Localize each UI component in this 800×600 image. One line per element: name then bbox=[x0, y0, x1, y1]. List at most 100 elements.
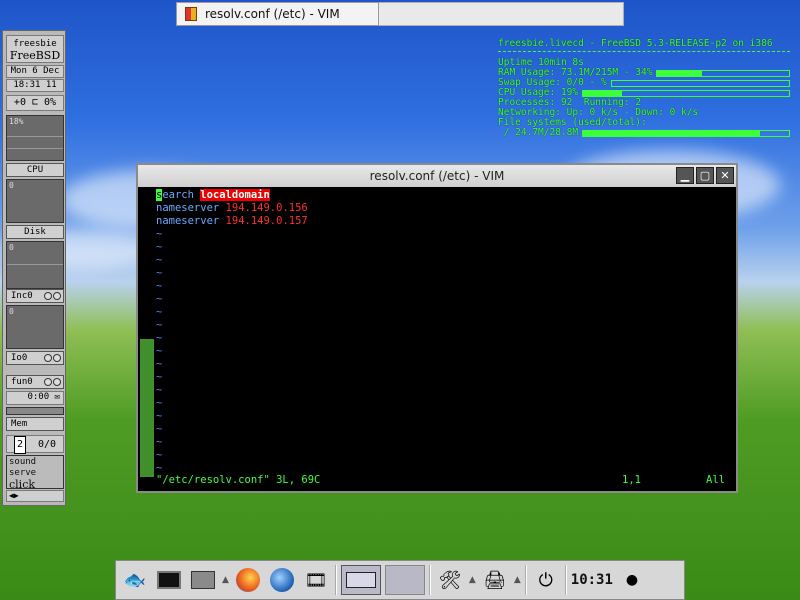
mail-envelope-icon: ✉ bbox=[54, 392, 60, 402]
date-display: Mon 6 Dec bbox=[6, 65, 64, 78]
load-display: +0 ⊏ 0% bbox=[6, 95, 64, 111]
cpu-monitor-label[interactable]: CPU bbox=[6, 163, 64, 177]
inc-led-icons bbox=[44, 292, 61, 300]
fun-timer[interactable]: 0:00 ✉ bbox=[6, 391, 64, 405]
disk-graph-a: 0 bbox=[6, 179, 64, 223]
mail-checker[interactable]: 2 0/0 bbox=[6, 435, 64, 454]
launcher-expand-icon[interactable]: ▲ bbox=[222, 575, 229, 585]
vim-buffer[interactable]: search localdomain nameserver 194.149.0.… bbox=[156, 189, 308, 475]
cpu-graph-pct: 18% bbox=[9, 117, 24, 126]
io-monitor-label[interactable]: Io0 bbox=[6, 351, 64, 365]
brand-bottom: FreeBSD bbox=[9, 49, 61, 62]
io-label: Io0 bbox=[11, 353, 28, 363]
mem-monitor-label[interactable]: Mem bbox=[6, 417, 64, 431]
start-menu-icon[interactable]: 🐟 bbox=[120, 565, 150, 595]
vim-editor[interactable]: search localdomain nameserver 194.149.0.… bbox=[138, 187, 736, 491]
firefox-icon[interactable] bbox=[233, 565, 263, 595]
fs-value: / 24.7M/28.8M bbox=[503, 127, 579, 138]
maximize-icon[interactable]: ▢ bbox=[696, 167, 714, 184]
media-player-icon[interactable]: 🎞 bbox=[301, 565, 331, 595]
graph-gridline bbox=[7, 148, 63, 149]
search-keyword: earch bbox=[162, 189, 194, 201]
conky-fs: / 24.7M/28.8M bbox=[498, 128, 790, 138]
mail-icon: 2 bbox=[13, 436, 26, 454]
inc-monitor-label[interactable]: Inc0 bbox=[6, 289, 64, 303]
tilde-line-marker: ~ bbox=[156, 436, 163, 448]
io-led-icons bbox=[44, 354, 61, 362]
dockapp-panel: freesbie FreeBSD Mon 6 Dec 18:31 11 +0 ⊏… bbox=[2, 30, 66, 506]
conky-host-line: freesbie.livecd - FreeBSD 5.3-RELEASE-p2… bbox=[498, 38, 773, 49]
swap-bar bbox=[610, 79, 790, 87]
cpu-bar-fill bbox=[583, 90, 623, 96]
nameserver-keyword: nameserver bbox=[156, 215, 220, 227]
terminal-icon[interactable] bbox=[154, 565, 184, 595]
bottom-panel: 🐟 ▲ 🎞 🛠 ▲ 🖨 ▲ ⏻ 10:31 ● bbox=[115, 560, 685, 600]
settings-expand-icon[interactable]: ▲ bbox=[469, 575, 476, 585]
thunderbird-icon[interactable] bbox=[267, 565, 297, 595]
inc-label: Inc0 bbox=[11, 291, 33, 301]
ram-bar bbox=[656, 69, 790, 77]
time-display: 18:31 11 bbox=[6, 79, 64, 92]
buffer-line-3: nameserver 194.149.0.157 bbox=[156, 215, 308, 228]
tilde-line-marker: ~ bbox=[156, 410, 163, 422]
disk-graph-b-val: 0 bbox=[9, 243, 14, 252]
status-scroll: All bbox=[706, 474, 725, 486]
taskbar-window-title: resolv.conf (/etc) - VIM bbox=[205, 7, 340, 21]
power-icon[interactable]: ⏻ bbox=[531, 565, 561, 595]
tilde-line-marker: ~ bbox=[156, 423, 163, 435]
status-file-info: "/etc/resolv.conf" 3L, 69C bbox=[156, 474, 321, 486]
search-domain: localdomain bbox=[200, 189, 270, 201]
panel-separator bbox=[428, 565, 431, 595]
workspace-2[interactable] bbox=[384, 565, 425, 595]
sound-line-1: sound serve bbox=[9, 457, 37, 478]
tilde-line-marker: ~ bbox=[156, 306, 163, 318]
inc-graph: 0 bbox=[6, 305, 64, 349]
workspace-1[interactable] bbox=[340, 565, 381, 595]
tilde-line-marker: ~ bbox=[156, 280, 163, 292]
tilde-line-marker: ~ bbox=[156, 449, 163, 461]
taskbar-empty-area bbox=[379, 2, 624, 26]
tilde-line-marker: ~ bbox=[156, 267, 163, 279]
printer-expand-icon[interactable]: ▲ bbox=[514, 575, 521, 585]
vim-titlebar[interactable]: resolv.conf (/etc) - VIM ▁ ▢ ✕ bbox=[138, 165, 736, 187]
disk-graph-b: 0 bbox=[6, 241, 64, 289]
tilde-line-marker: ~ bbox=[156, 371, 163, 383]
settings-tools-icon[interactable]: 🛠 bbox=[435, 565, 465, 595]
buffer-line-2: nameserver 194.149.0.156 bbox=[156, 202, 308, 215]
cpu-bar bbox=[582, 89, 790, 97]
fs-bar bbox=[582, 129, 790, 137]
close-icon[interactable]: ✕ bbox=[716, 167, 734, 184]
tilde-line-marker: ~ bbox=[156, 384, 163, 396]
empty-line-markers: ~ ~ ~ ~ ~ ~ ~ ~ ~ ~ ~ ~ ~ ~ ~ ~ ~ ~ ~ bbox=[156, 228, 308, 475]
nameserver-ip: 194.149.0.156 bbox=[225, 202, 308, 214]
vim-statusline: "/etc/resolv.conf" 3L, 69C 1,1 All bbox=[156, 474, 730, 487]
tilde-line-marker: ~ bbox=[156, 241, 163, 253]
vim-app-icon bbox=[185, 7, 197, 21]
disk-monitor-label[interactable]: Disk bbox=[6, 225, 64, 239]
window-controls: ▁ ▢ ✕ bbox=[676, 167, 734, 184]
sound-line-2: click here t bbox=[9, 478, 36, 489]
dock-scroll-arrows[interactable]: ◀▶ bbox=[6, 490, 64, 502]
minimize-icon[interactable]: ▁ bbox=[676, 167, 694, 184]
vim-window[interactable]: resolv.conf (/etc) - VIM ▁ ▢ ✕ search lo… bbox=[136, 163, 738, 493]
fun-led-icons bbox=[44, 378, 61, 386]
fun-label: fun0 bbox=[11, 377, 33, 387]
taskbar-window-button[interactable]: resolv.conf (/etc) - VIM bbox=[176, 2, 379, 26]
fun-monitor-label[interactable]: fun0 bbox=[6, 375, 64, 389]
freesbie-logo: freesbie FreeBSD bbox=[6, 35, 64, 63]
nameserver-keyword: nameserver bbox=[156, 202, 220, 214]
tilde-line-marker: ~ bbox=[156, 293, 163, 305]
file-manager-icon[interactable] bbox=[188, 565, 218, 595]
arrow-right-icon[interactable]: ▶ bbox=[14, 491, 19, 500]
tilde-line-marker: ~ bbox=[156, 319, 163, 331]
disk-graph-a-val: 0 bbox=[9, 181, 14, 190]
inc-graph-val: 0 bbox=[9, 307, 14, 316]
sound-server-widget[interactable]: sound serve click here t bbox=[6, 455, 64, 489]
nameserver-ip: 194.149.0.157 bbox=[225, 215, 308, 227]
mixer-knob-icon[interactable]: ● bbox=[617, 565, 647, 595]
panel-separator bbox=[334, 565, 337, 595]
panel-clock[interactable]: 10:31 bbox=[571, 572, 613, 588]
vim-scroll-gutter bbox=[140, 339, 154, 477]
mem-bar-strip bbox=[6, 407, 64, 415]
printer-icon[interactable]: 🖨 bbox=[480, 565, 510, 595]
